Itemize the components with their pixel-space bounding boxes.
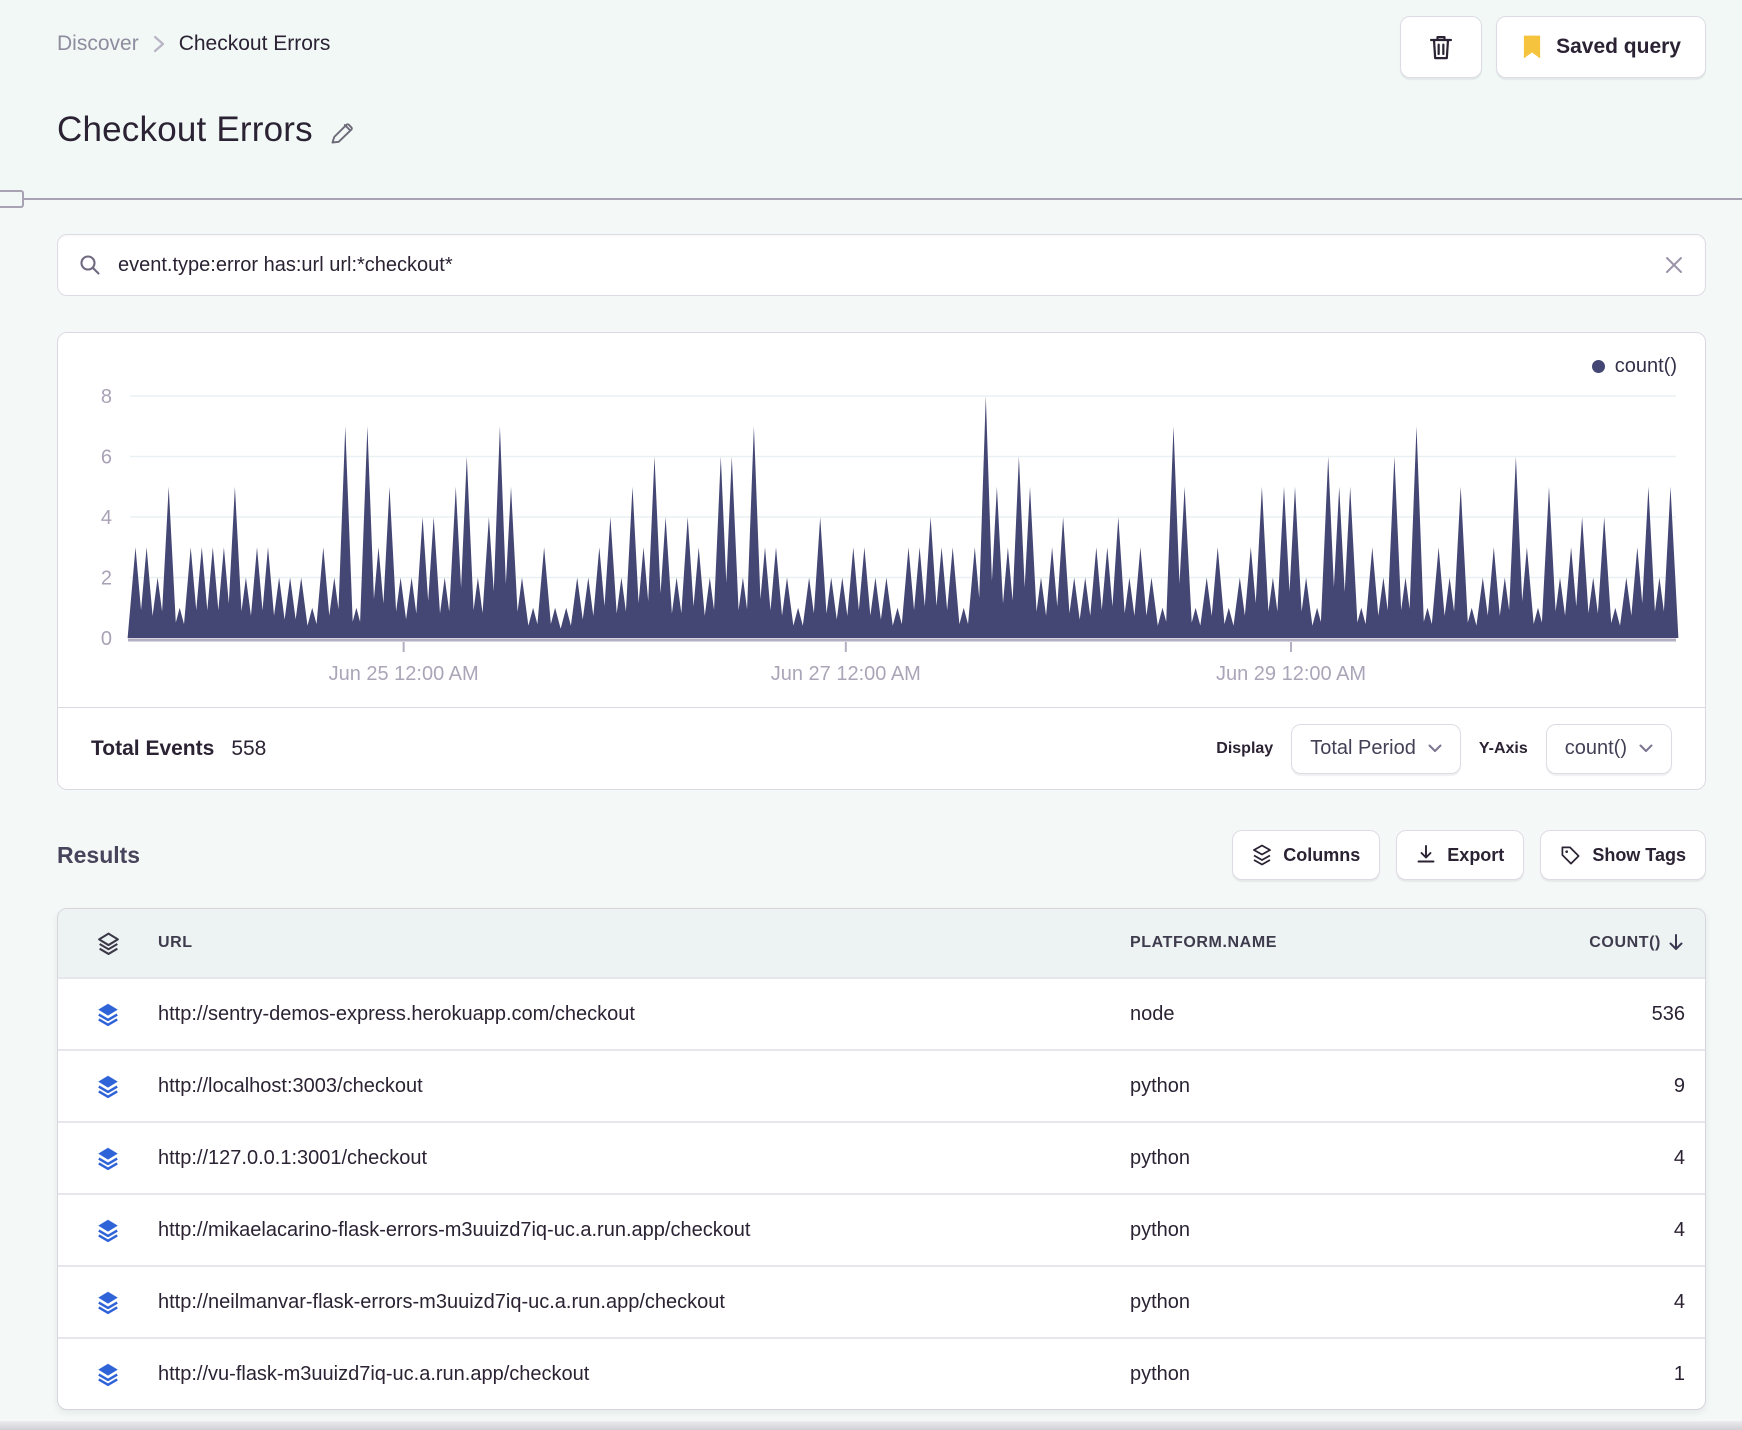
display-dropdown[interactable]: Total Period [1291, 723, 1461, 774]
breadcrumb-current: Checkout Errors [178, 32, 331, 55]
events-chart[interactable]: 0 2 4 6 8 Jun 25 12:00 AM Jun 27 12:00 AM Jun 2… [58, 333, 1701, 707]
svg-text:0: 0 [101, 628, 112, 650]
count-cell: 9 [1673, 1074, 1685, 1097]
layers-icon [97, 932, 119, 955]
platform-cell: python [1130, 1074, 1191, 1097]
results-heading: Results [57, 841, 141, 868]
url-cell: http://sentry-demos-express.herokuapp.co… [158, 1002, 635, 1025]
results-actions: Columns Export Show Tags [1232, 830, 1706, 880]
count-cell: 1 [1673, 1362, 1685, 1385]
download-icon [1417, 845, 1435, 863]
url-cell: http://neilmanvar-flask-errors-m3uuizd7i… [158, 1290, 725, 1313]
legend-label: count() [1614, 355, 1677, 377]
header-actions: Saved query [1400, 16, 1706, 78]
export-button-label: Export [1447, 844, 1505, 865]
table-row[interactable]: http://vu-flask-m3uuizd7iq-uc.a.run.app/… [58, 1337, 1705, 1409]
breadcrumb-chevron-icon [153, 35, 164, 53]
stack-icon [1253, 844, 1272, 866]
saved-query-label: Saved query [1556, 35, 1681, 58]
layers-icon[interactable] [95, 1289, 121, 1315]
table-row[interactable]: http://localhost:3003/checkout python 9 [58, 1049, 1705, 1121]
chart-footer: Total Events 558 Display Total Period Y-… [58, 707, 1705, 789]
platform-cell: python [1130, 1362, 1191, 1385]
columns-button-label: Columns [1283, 844, 1361, 865]
yaxis-value: count() [1564, 737, 1627, 759]
svg-text:6: 6 [101, 447, 112, 469]
columns-button[interactable]: Columns [1232, 830, 1381, 880]
platform-cell: python [1130, 1146, 1191, 1169]
table-row[interactable]: http://neilmanvar-flask-errors-m3uuizd7i… [58, 1265, 1705, 1337]
display-value: Total Period [1310, 737, 1416, 759]
svg-text:Jun 25 12:00 AM: Jun 25 12:00 AM [329, 663, 479, 685]
page-title: Checkout Errors [57, 110, 313, 149]
window-bottom-edge [0, 1421, 1742, 1430]
layers-icon[interactable] [95, 1361, 121, 1387]
saved-query-button[interactable]: Saved query [1496, 16, 1706, 78]
total-events: Total Events 558 [91, 737, 266, 761]
breadcrumb: Discover Checkout Errors [57, 32, 330, 56]
url-cell: http://127.0.0.1:3001/checkout [158, 1146, 428, 1169]
total-events-label: Total Events [91, 736, 215, 760]
chart-legend[interactable]: count() [1591, 355, 1677, 378]
yaxis-label: Y-Axis [1478, 739, 1528, 757]
layers-icon[interactable] [95, 1217, 121, 1243]
column-header-url[interactable]: URL [158, 934, 1130, 952]
table-header-row: URL PLATFORM.NAME COUNT() [58, 909, 1705, 977]
edit-title-icon[interactable] [328, 120, 355, 147]
search-bar [57, 234, 1706, 296]
show-tags-button-label: Show Tags [1592, 844, 1686, 865]
yaxis-dropdown[interactable]: count() [1545, 723, 1672, 774]
column-header-platform[interactable]: PLATFORM.NAME [1130, 934, 1550, 952]
chart-controls: Display Total Period Y-Axis count() [1216, 723, 1672, 774]
platform-cell: python [1130, 1290, 1191, 1313]
total-events-value: 558 [231, 736, 267, 760]
page-header: Discover Checkout Errors Saved query Che… [0, 0, 1742, 208]
chevron-down-icon [1639, 744, 1653, 752]
table-row[interactable]: http://127.0.0.1:3001/checkout python 4 [58, 1121, 1705, 1193]
url-cell: http://vu-flask-m3uuizd7iq-uc.a.run.app/… [158, 1362, 590, 1385]
svg-text:4: 4 [101, 507, 112, 529]
trash-icon [1430, 35, 1453, 60]
show-tags-button[interactable]: Show Tags [1540, 830, 1706, 880]
legend-dot [1591, 360, 1605, 373]
platform-cell: python [1130, 1218, 1191, 1241]
svg-text:Jun 27 12:00 AM: Jun 27 12:00 AM [771, 663, 921, 685]
column-header-count[interactable]: COUNT() [1550, 933, 1705, 953]
chevron-down-icon [1428, 744, 1442, 752]
table-row[interactable]: http://mikaelacarino-flask-errors-m3uuiz… [58, 1193, 1705, 1265]
export-button[interactable]: Export [1396, 830, 1525, 880]
url-cell: http://mikaelacarino-flask-errors-m3uuiz… [158, 1218, 751, 1241]
column-header-count-label: COUNT() [1589, 934, 1661, 951]
layers-icon[interactable] [95, 1001, 121, 1027]
bookmark-icon [1523, 35, 1541, 59]
delete-query-button[interactable] [1400, 16, 1483, 78]
svg-text:Jun 29 12:00 AM: Jun 29 12:00 AM [1216, 663, 1366, 685]
svg-text:2: 2 [101, 568, 112, 590]
breadcrumb-discover[interactable]: Discover [57, 32, 139, 56]
search-icon [80, 255, 100, 275]
count-cell: 4 [1673, 1146, 1685, 1169]
display-label: Display [1216, 739, 1274, 757]
panel-collapse-handle[interactable] [0, 190, 24, 208]
search-input[interactable] [116, 252, 1649, 278]
count-cell: 4 [1673, 1218, 1685, 1241]
table-row[interactable]: http://sentry-demos-express.herokuapp.co… [58, 977, 1705, 1049]
count-cell: 536 [1651, 1002, 1685, 1025]
layers-icon[interactable] [95, 1145, 121, 1171]
count-cell: 4 [1673, 1290, 1685, 1313]
platform-cell: node [1130, 1002, 1175, 1025]
sort-desc-icon [1669, 934, 1683, 950]
chart-panel: count() 0 2 4 6 8 Jun 25 12:00 AM Jun 27 12:00… [57, 332, 1706, 790]
clear-search-icon[interactable] [1663, 254, 1685, 276]
header-icon-cell [58, 931, 158, 956]
results-table: URL PLATFORM.NAME COUNT() http://sentry-… [57, 908, 1706, 1410]
url-cell: http://localhost:3003/checkout [158, 1074, 423, 1097]
layers-icon[interactable] [95, 1073, 121, 1099]
svg-text:8: 8 [101, 386, 112, 408]
tag-icon [1561, 846, 1580, 864]
